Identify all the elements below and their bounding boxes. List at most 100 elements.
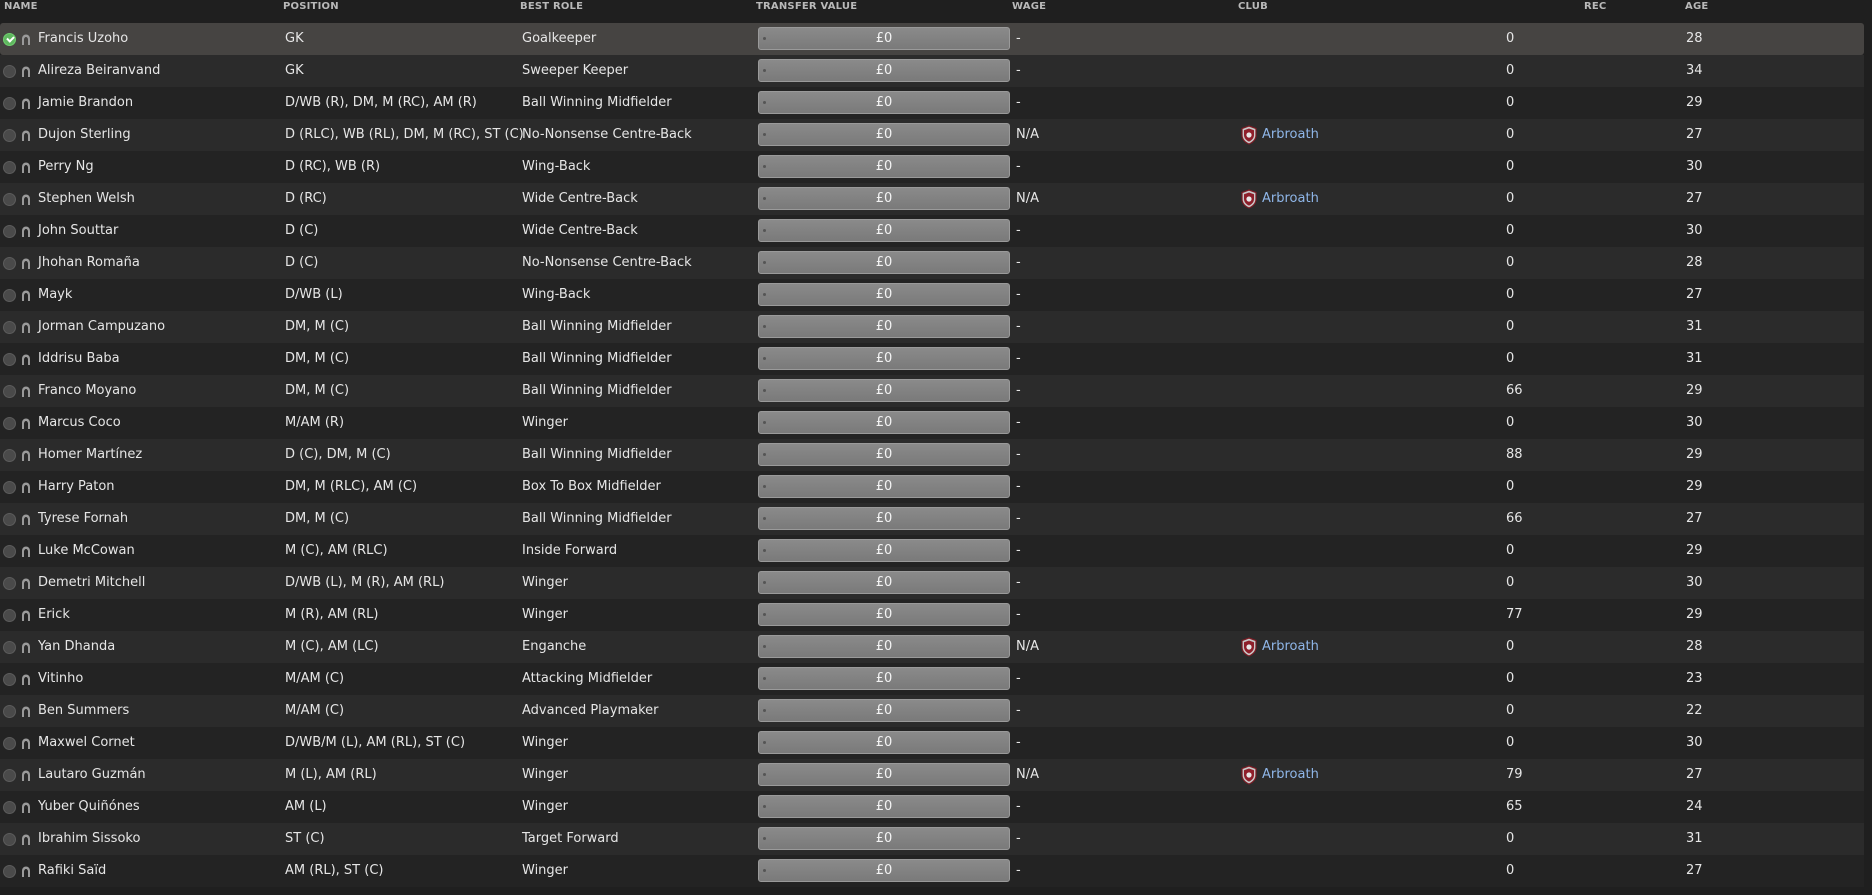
row-select-checkbox[interactable] (3, 289, 16, 302)
transfer-value-field[interactable]: £0 (758, 443, 1010, 466)
player-name[interactable]: Francis Uzoho (38, 23, 128, 55)
row-select-checkbox[interactable] (3, 321, 16, 334)
row-select-checkbox[interactable] (3, 33, 16, 46)
row-select-checkbox[interactable] (3, 513, 16, 526)
table-row[interactable]: Jorman Campuzano DM, M (C) Ball Winning Mi… (0, 311, 1864, 343)
player-name[interactable]: Ben Summers (38, 695, 129, 727)
transfer-value-field[interactable]: £0 (758, 507, 1010, 530)
table-row[interactable]: Stephen Welsh D (RC) Wide Centre-Back £0 N/A… (0, 183, 1864, 215)
transfer-value-field[interactable]: £0 (758, 155, 1010, 178)
player-name[interactable]: Jamie Brandon (38, 87, 133, 119)
row-select-checkbox[interactable] (3, 833, 16, 846)
transfer-value-field[interactable]: £0 (758, 315, 1010, 338)
table-row[interactable]: Yuber Quiñónes AM (L) Winger £0- 65 24 (0, 791, 1864, 823)
transfer-value-field[interactable]: £0 (758, 539, 1010, 562)
row-select-checkbox[interactable] (3, 417, 16, 430)
player-name[interactable]: John Souttar (38, 215, 118, 247)
transfer-value-field[interactable]: £0 (758, 123, 1010, 146)
table-row[interactable]: Vitinho M/AM (C) Attacking Midfielder £0- 0 2… (0, 663, 1864, 695)
transfer-value-field[interactable]: £0 (758, 571, 1010, 594)
player-name[interactable]: Maxwel Cornet (38, 727, 135, 759)
transfer-value-field[interactable]: £0 (758, 795, 1010, 818)
column-header-position[interactable]: POSITION (283, 1, 339, 12)
row-select-checkbox[interactable] (3, 769, 16, 782)
table-row[interactable]: Franco Moyano DM, M (C) Ball Winning Midfi… (0, 375, 1864, 407)
table-row[interactable]: Marcus Coco M/AM (R) Winger £0- 0 30 (0, 407, 1864, 439)
transfer-value-field[interactable]: £0 (758, 763, 1010, 786)
table-row[interactable]: Erick M (R), AM (RL) Winger £0- 77 29 (0, 599, 1864, 631)
row-select-checkbox[interactable] (3, 161, 16, 174)
row-select-checkbox[interactable] (3, 673, 16, 686)
transfer-value-field[interactable]: £0 (758, 91, 1010, 114)
table-row[interactable]: Ben Summers M/AM (C) Advanced Playmaker £0-… (0, 695, 1864, 727)
player-name[interactable]: Jorman Campuzano (38, 311, 165, 343)
table-row[interactable]: Harry Paton DM, M (RLC), AM (C) Box To Box… (0, 471, 1864, 503)
transfer-value-field[interactable]: £0 (758, 667, 1010, 690)
row-select-checkbox[interactable] (3, 353, 16, 366)
transfer-value-field[interactable]: £0 (758, 859, 1010, 882)
transfer-value-field[interactable]: £0 (758, 219, 1010, 242)
row-select-checkbox[interactable] (3, 801, 16, 814)
row-select-checkbox[interactable] (3, 449, 16, 462)
row-select-checkbox[interactable] (3, 97, 16, 110)
player-name[interactable]: Franco Moyano (38, 375, 136, 407)
column-header-name[interactable]: NAME (4, 1, 38, 12)
table-row[interactable]: Luke McCowan M (C), AM (RLC) Inside Forwar… (0, 535, 1864, 567)
club-link[interactable]: Arbroath (1262, 127, 1319, 142)
row-select-checkbox[interactable] (3, 193, 16, 206)
transfer-value-field[interactable]: £0 (758, 603, 1010, 626)
table-row[interactable]: Homer Martínez D (C), DM, M (C) Ball Winni… (0, 439, 1864, 471)
column-header-wage[interactable]: WAGE (1012, 1, 1046, 12)
player-name[interactable]: Vitinho (38, 663, 83, 695)
player-name[interactable]: Mayk (38, 279, 72, 311)
row-select-checkbox[interactable] (3, 577, 16, 590)
player-name[interactable]: Tyrese Fornah (38, 503, 128, 535)
transfer-value-field[interactable]: £0 (758, 731, 1010, 754)
row-select-checkbox[interactable] (3, 65, 16, 78)
transfer-value-field[interactable]: £0 (758, 283, 1010, 306)
table-row[interactable]: Iddrisu Baba DM, M (C) Ball Winning Midfie… (0, 343, 1864, 375)
column-header-best-role[interactable]: BEST ROLE (520, 1, 583, 12)
row-select-checkbox[interactable] (3, 257, 16, 270)
row-select-checkbox[interactable] (3, 865, 16, 878)
table-row[interactable]: John Souttar D (C) Wide Centre-Back £0- 0 30 (0, 215, 1864, 247)
column-header-rec[interactable]: REC (1584, 1, 1606, 12)
table-row[interactable]: Demetri Mitchell D/WB (L), M (R), AM (RL)… (0, 567, 1864, 599)
row-select-checkbox[interactable] (3, 385, 16, 398)
table-row[interactable]: Jhohan Romaña D (C) No-Nonsense Centre-Bac… (0, 247, 1864, 279)
transfer-value-field[interactable]: £0 (758, 187, 1010, 210)
column-header-age[interactable]: AGE (1685, 1, 1708, 12)
row-select-checkbox[interactable] (3, 641, 16, 654)
player-name[interactable]: Alireza Beiranvand (38, 55, 160, 87)
transfer-value-field[interactable]: £0 (758, 699, 1010, 722)
transfer-value-field[interactable]: £0 (758, 347, 1010, 370)
transfer-value-field[interactable]: £0 (758, 475, 1010, 498)
player-name[interactable]: Yuber Quiñónes (38, 791, 140, 823)
club-link[interactable]: Arbroath (1262, 639, 1319, 654)
club-link[interactable]: Arbroath (1262, 767, 1319, 782)
table-row[interactable]: Tyrese Fornah DM, M (C) Ball Winning Midfi… (0, 503, 1864, 535)
player-name[interactable]: Marcus Coco (38, 407, 121, 439)
column-header-club[interactable]: CLUB (1238, 1, 1268, 12)
table-row[interactable]: Lautaro Guzmán M (L), AM (RL) Winger £0 N/A A… (0, 759, 1864, 791)
player-name[interactable]: Luke McCowan (38, 535, 135, 567)
table-row[interactable]: Jamie Brandon D/WB (R), DM, M (RC), AM (R… (0, 87, 1864, 119)
player-name[interactable]: Stephen Welsh (38, 183, 135, 215)
row-select-checkbox[interactable] (3, 609, 16, 622)
table-row[interactable]: Ibrahim Sissoko ST (C) Target Forward £0- 0 3… (0, 823, 1864, 855)
player-name[interactable]: Iddrisu Baba (38, 343, 120, 375)
player-name[interactable]: Rafiki Saïd (38, 855, 106, 887)
player-name[interactable]: Perry Ng (38, 151, 94, 183)
transfer-value-field[interactable]: £0 (758, 635, 1010, 658)
player-name[interactable]: Jhohan Romaña (38, 247, 140, 279)
player-name[interactable]: Homer Martínez (38, 439, 142, 471)
column-header-transfer-value[interactable]: TRANSFER VALUE (756, 1, 857, 12)
transfer-value-field[interactable]: £0 (758, 827, 1010, 850)
table-row[interactable]: Rafiki Saïd AM (RL), ST (C) Winger £0- 0 27 (0, 855, 1864, 887)
table-row[interactable]: Mayk D/WB (L) Wing-Back £0- 0 27 (0, 279, 1864, 311)
table-row[interactable]: Perry Ng D (RC), WB (R) Wing-Back £0- 0 30 (0, 151, 1864, 183)
player-name[interactable]: Yan Dhanda (38, 631, 115, 663)
player-name[interactable]: Demetri Mitchell (38, 567, 145, 599)
player-name[interactable]: Lautaro Guzmán (38, 759, 146, 791)
table-row[interactable]: Dujon Sterling D (RLC), WB (RL), DM, M (R… (0, 119, 1864, 151)
